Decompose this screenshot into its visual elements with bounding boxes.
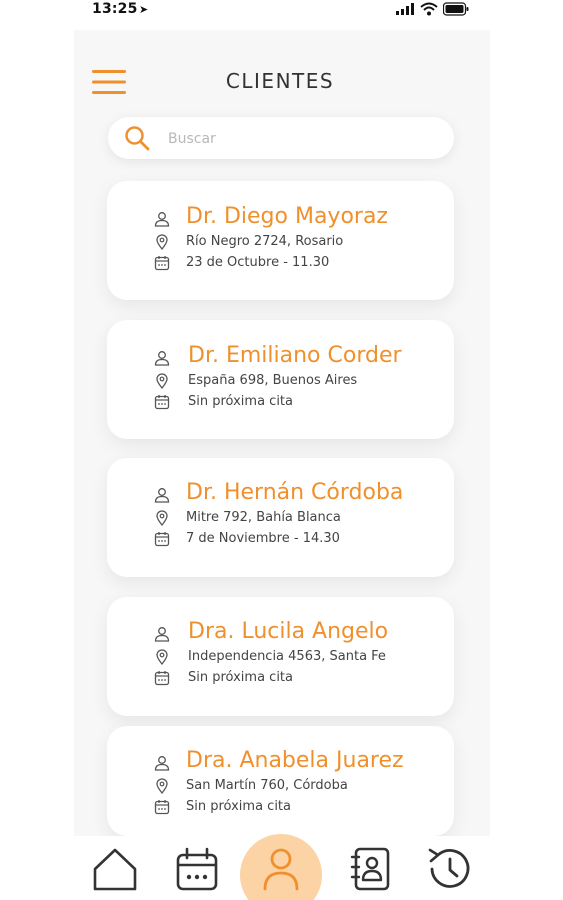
clients-screen: 13:25 ➤ CLIENTES Buscar Dr. Diego Mayora… xyxy=(0,0,563,900)
nav-contacts[interactable] xyxy=(340,836,402,900)
contacts-book-icon xyxy=(350,847,390,891)
client-appointment: Sin próxima cita xyxy=(186,799,291,814)
person-icon xyxy=(154,627,170,642)
client-appointment: Sin próxima cita xyxy=(188,394,293,409)
client-appointment: Sin próxima cita xyxy=(188,670,293,685)
status-time: 13:25 xyxy=(92,1,138,17)
person-icon xyxy=(154,488,170,503)
calendar-icon xyxy=(176,847,218,891)
battery-icon xyxy=(443,2,469,16)
location-pin-icon xyxy=(156,510,168,526)
history-icon xyxy=(428,848,470,888)
client-card[interactable]: Dr. Emiliano Corder España 698, Buenos A… xyxy=(107,320,454,439)
hamburger-menu-icon[interactable] xyxy=(92,68,126,96)
nav-home[interactable] xyxy=(84,836,146,900)
nav-calendar[interactable] xyxy=(166,836,228,900)
client-card[interactable]: Dra. Lucila Angelo Independencia 4563, S… xyxy=(107,597,454,716)
client-name: Dr. Diego Mayoraz xyxy=(186,204,388,229)
client-card[interactable]: Dra. Anabela Juarez San Martín 760, Córd… xyxy=(107,726,454,836)
nav-clients[interactable] xyxy=(250,836,312,900)
nav-history[interactable] xyxy=(418,836,480,900)
person-icon xyxy=(154,212,170,227)
client-appointment: 7 de Noviembre - 14.30 xyxy=(186,531,340,546)
client-name: Dra. Anabela Juarez xyxy=(186,748,404,773)
person-icon xyxy=(154,351,170,366)
location-pin-icon xyxy=(156,373,168,389)
location-pin-icon xyxy=(156,234,168,250)
client-address: España 698, Buenos Aires xyxy=(188,373,358,388)
client-name: Dr. Emiliano Corder xyxy=(188,343,402,368)
client-appointment: 23 de Octubre - 11.30 xyxy=(186,255,330,270)
location-arrow-icon: ➤ xyxy=(139,3,149,16)
location-pin-icon xyxy=(156,649,168,665)
signal-icon xyxy=(396,3,414,15)
location-pin-icon xyxy=(156,778,168,794)
calendar-icon xyxy=(154,532,170,547)
bottom-nav xyxy=(74,834,490,900)
client-name: Dr. Hernán Córdoba xyxy=(186,480,404,505)
calendar-icon xyxy=(154,671,170,686)
client-card[interactable]: Dr. Hernán Córdoba Mitre 792, Bahía Blan… xyxy=(107,458,454,577)
search-input[interactable] xyxy=(166,127,440,151)
page-title: CLIENTES xyxy=(225,69,335,93)
client-address: Mitre 792, Bahía Blanca xyxy=(186,510,341,525)
status-bar: 13:25 ➤ xyxy=(0,0,563,22)
client-address: San Martín 760, Córdoba xyxy=(186,778,348,793)
search-bar[interactable] xyxy=(108,117,454,159)
wifi-icon xyxy=(420,2,438,16)
calendar-icon xyxy=(154,256,170,271)
person-icon xyxy=(154,756,170,771)
calendar-icon xyxy=(154,395,170,410)
user-icon xyxy=(263,848,299,891)
client-address: Independencia 4563, Santa Fe xyxy=(188,649,386,664)
client-card[interactable]: Dr. Diego Mayoraz Río Negro 2724, Rosari… xyxy=(107,181,454,300)
client-address: Río Negro 2724, Rosario xyxy=(186,234,344,249)
search-icon[interactable] xyxy=(124,125,150,151)
home-icon xyxy=(93,848,137,891)
client-name: Dra. Lucila Angelo xyxy=(188,619,389,644)
calendar-icon xyxy=(154,800,170,815)
